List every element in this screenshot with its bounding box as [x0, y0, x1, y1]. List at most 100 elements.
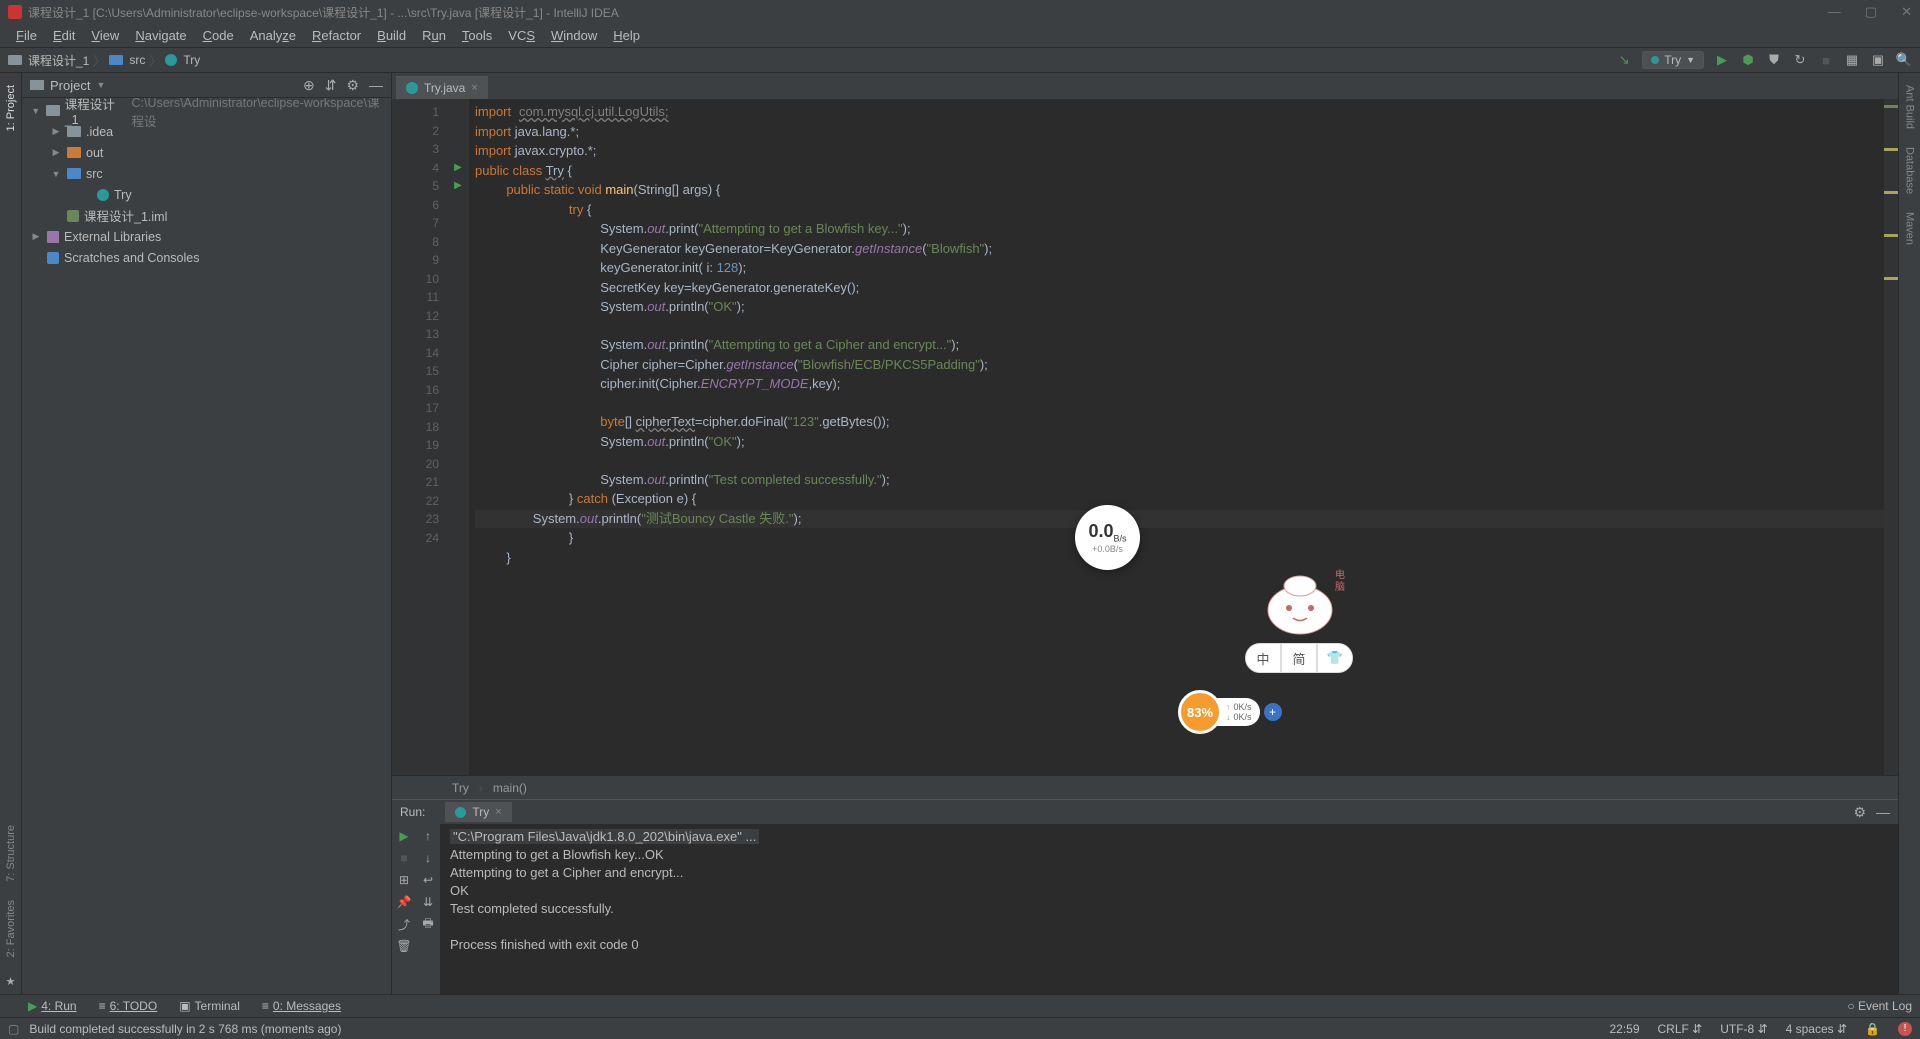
stop-button[interactable]: ■ [1818, 52, 1834, 68]
build-button[interactable]: ↘ [1616, 52, 1632, 68]
gear-icon[interactable]: ⚙ [346, 77, 359, 94]
tree-src[interactable]: ▼src [22, 163, 391, 184]
menu-code[interactable]: Code [195, 28, 242, 43]
down-button[interactable]: ↓ [420, 850, 436, 866]
close-tab-icon[interactable]: × [471, 82, 477, 94]
tool-maven[interactable]: Maven [1904, 212, 1916, 245]
gear-icon[interactable]: ⚙ [1853, 804, 1866, 821]
coverage-button[interactable]: ⛊ [1766, 52, 1782, 68]
crumb-src[interactable]: src [129, 53, 145, 67]
status-indent[interactable]: 4 spaces ⇵ [1786, 1022, 1847, 1036]
menu-help[interactable]: Help [605, 28, 648, 43]
search-button[interactable]: 🔍 [1896, 52, 1912, 68]
hide-icon[interactable]: — [1876, 804, 1890, 821]
stop-button[interactable]: ■ [396, 850, 412, 866]
run-tab[interactable]: Try × [445, 802, 511, 822]
tree-out[interactable]: ▶out [22, 142, 391, 163]
right-tool-strip: Ant Build Database Maven [1898, 73, 1920, 994]
menu-refactor[interactable]: Refactor [304, 28, 369, 43]
maximize-button[interactable]: ▢ [1865, 4, 1877, 20]
status-encoding[interactable]: UTF-8 ⇵ [1720, 1022, 1767, 1036]
class-icon [455, 807, 466, 818]
hide-icon[interactable]: — [369, 77, 383, 94]
menu-analyze[interactable]: Analyze [242, 28, 304, 43]
crumb-project[interactable]: 课程设计_1 [28, 52, 89, 69]
editor-area: Try.java × 12345678910111213141516171819… [392, 73, 1898, 994]
status-crlf[interactable]: CRLF ⇵ [1658, 1022, 1703, 1036]
debug-button[interactable]: ⬢ [1740, 52, 1756, 68]
ime-pill-jian[interactable]: 简 [1281, 643, 1317, 673]
tree-iml[interactable]: 课程设计_1.iml [22, 205, 391, 226]
folder-icon [30, 80, 44, 90]
structure-crumb[interactable]: main() [493, 781, 527, 795]
minimize-button[interactable]: — [1828, 4, 1841, 20]
exit-button[interactable]: ⤴ [396, 916, 412, 932]
print-button[interactable]: 🖶 [420, 916, 436, 932]
tool-ant[interactable]: Ant Build [1904, 85, 1916, 129]
tool-messages[interactable]: ≡ 0: Messages [262, 999, 341, 1013]
menu-tools[interactable]: Tools [454, 28, 500, 43]
run-config-selector[interactable]: Try ▼ [1642, 51, 1704, 69]
tree-try[interactable]: Try [22, 184, 391, 205]
tool-database[interactable]: Database [1904, 147, 1916, 194]
network-speed-widget[interactable]: 0.0B/s +0.0B/s [1075, 505, 1140, 570]
tool-todo[interactable]: ≡ 6: TODO [99, 999, 158, 1013]
overview-ruler[interactable] [1884, 99, 1898, 775]
menu-file[interactable]: File [8, 28, 45, 43]
tool-run[interactable]: ▶ 4: Run [28, 999, 77, 1013]
breadcrumb: 课程设计_1 〉 src 〉 Try [8, 52, 200, 69]
event-log[interactable]: ○ Event Log [1847, 999, 1912, 1013]
performance-widget[interactable]: 83% ↑0K/s ↓0K/s + [1178, 690, 1282, 734]
tool-terminal[interactable]: ▣ Terminal [179, 999, 240, 1013]
editor-tab-try[interactable]: Try.java × [396, 76, 488, 99]
plus-icon[interactable]: + [1264, 703, 1282, 721]
menu-run[interactable]: Run [414, 28, 454, 43]
star-icon[interactable]: ★ [6, 975, 16, 988]
tree-external[interactable]: ▶External Libraries [22, 226, 391, 247]
menu-navigate[interactable]: Navigate [127, 28, 194, 43]
menu-bar: File Edit View Navigate Code Analyze Ref… [0, 24, 1920, 48]
menu-window[interactable]: Window [543, 28, 605, 43]
run-gutter-icon[interactable]: ▶ [447, 159, 469, 178]
ime-widget[interactable]: 电 脑 中 简 👕 [1245, 560, 1360, 675]
tree-root[interactable]: ▼ 课程设计_1 C:\Users\Administrator\eclipse-… [22, 100, 391, 121]
up-button[interactable]: ↑ [420, 828, 436, 844]
tree-scratches[interactable]: Scratches and Consoles [22, 247, 391, 268]
rerun-button[interactable]: ▶ [396, 828, 412, 844]
softwrap-button[interactable]: ↩ [420, 872, 436, 888]
line-number-gutter: 123456789101112131415161718192021222324 [392, 99, 447, 775]
scroll-button[interactable]: ⇊ [420, 894, 436, 910]
run-tool-window: Run: Try × ⚙ — ▶ ■ ⊞ 📌 ⤴ 🗑 [392, 799, 1898, 994]
error-indicator[interactable]: ! [1898, 1022, 1912, 1036]
menu-edit[interactable]: Edit [45, 28, 83, 43]
svg-text:脑: 脑 [1335, 580, 1345, 593]
perf-percent: 83% [1178, 690, 1222, 734]
code-editor[interactable]: import com.mysql.cj.util.LogUtils; impor… [469, 99, 1884, 775]
layout-button[interactable]: ▦ [1844, 52, 1860, 68]
profile-button[interactable]: ↻ [1792, 52, 1808, 68]
window-toggle-icon[interactable]: ▢ [8, 1022, 19, 1036]
svg-text:电: 电 [1335, 568, 1345, 581]
pin-button[interactable]: 📌 [396, 894, 412, 910]
tool-structure[interactable]: 7: Structure [5, 825, 17, 882]
crumb-file[interactable]: Try [183, 53, 200, 67]
ime-pill-zh[interactable]: 中 [1245, 643, 1281, 673]
trash-button[interactable]: 🗑 [396, 938, 412, 954]
layout-button[interactable]: ⊞ [396, 872, 412, 888]
layout2-button[interactable]: ▣ [1870, 52, 1886, 68]
menu-build[interactable]: Build [369, 28, 414, 43]
target-icon[interactable]: ⊕ [303, 77, 315, 94]
tool-project[interactable]: 1: Project [5, 85, 17, 131]
run-gutter-icon[interactable]: ▶ [447, 177, 469, 196]
close-button[interactable]: ✕ [1901, 4, 1912, 20]
collapse-icon[interactable]: ⇵ [325, 77, 337, 94]
ime-pill-shirt[interactable]: 👕 [1317, 643, 1353, 673]
run-button[interactable]: ▶ [1714, 52, 1730, 68]
folder-icon [8, 55, 22, 65]
menu-view[interactable]: View [83, 28, 127, 43]
lock-icon[interactable]: 🔒 [1865, 1022, 1880, 1036]
tool-favorites[interactable]: 2: Favorites [5, 900, 17, 957]
console-output[interactable]: "C:\Program Files\Java\jdk1.8.0_202\bin\… [440, 824, 1898, 994]
structure-crumb[interactable]: Try [452, 781, 469, 795]
menu-vcs[interactable]: VCS [500, 28, 543, 43]
